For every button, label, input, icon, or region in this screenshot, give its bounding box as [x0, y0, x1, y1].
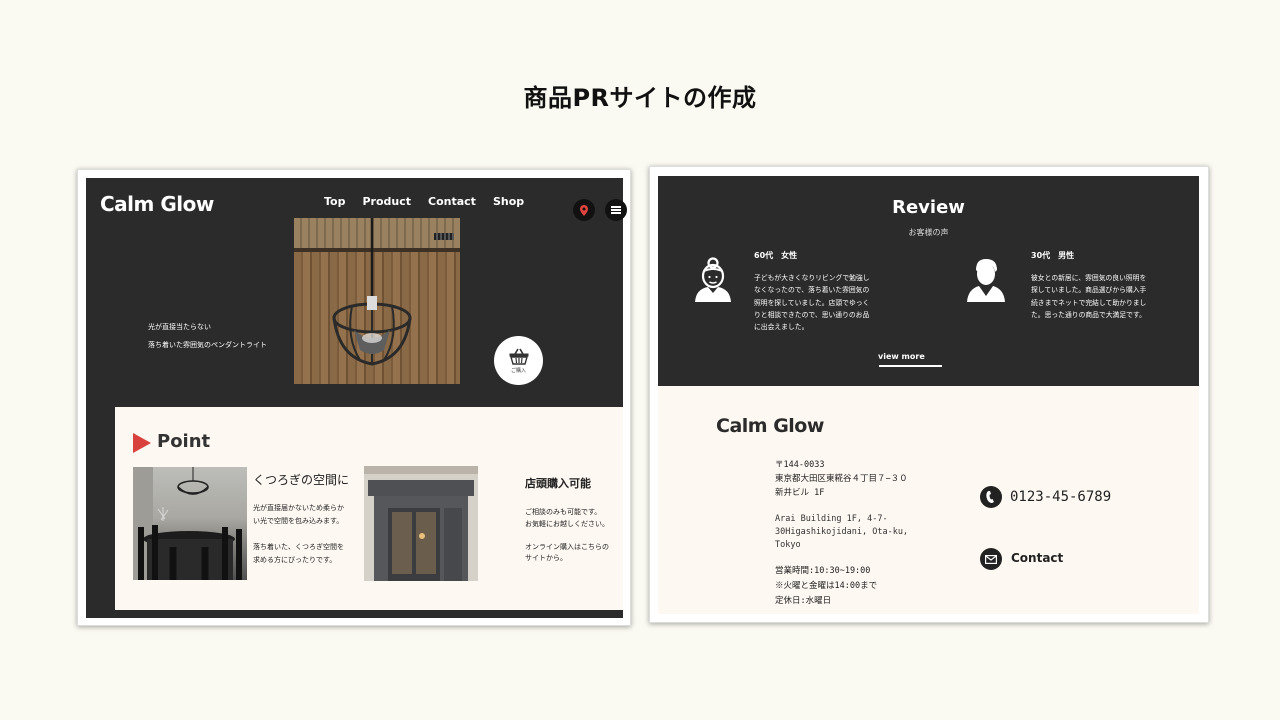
map-pin-button[interactable] [573, 199, 595, 221]
review-author-1: 60代 女性 [754, 251, 798, 260]
point-heading: Point [157, 431, 211, 452]
nav-product[interactable]: Product [362, 195, 411, 208]
nav-contact[interactable]: Contact [428, 195, 476, 208]
brand-logo[interactable]: Calm Glow [100, 192, 214, 216]
purchase-label: ご購入 [510, 367, 526, 374]
hero-copy: 光が直接当たらない 落ち着いた雰囲気のペンダントライト [148, 318, 267, 354]
view-more-link[interactable]: view more [878, 352, 925, 361]
view-more-underline [879, 365, 942, 367]
nav-top[interactable]: Top [324, 195, 345, 208]
review-author-2: 30代 男性 [1031, 251, 1075, 260]
point-section: Point くつろぎの空間に 光が直接届かないため柔らか い光で空間を包み込みま… [115, 407, 623, 610]
review-section: Review お客様の声 60代 女性 子どもが大きくなりリビングで勉強し なく… [658, 176, 1199, 386]
map-pin-icon [580, 204, 588, 216]
review-subheading: お客様の声 [908, 228, 949, 237]
review-heading: Review [892, 197, 965, 218]
footer-brand-logo[interactable]: Calm Glow [716, 415, 824, 437]
dining-room-photo [133, 467, 247, 580]
main-nav: Top Product Contact Shop [324, 195, 541, 208]
page-title: 商品PRサイトの作成 [523, 84, 757, 112]
address-english: Arai Building 1F, 4-7- 30Higashikojidani… [775, 514, 909, 550]
phone-icon[interactable] [980, 486, 1002, 508]
review-body-1: 子どもが大きくなりリビングで勉強し なくなったので、落ち着いた雰囲気の 照明を探… [754, 274, 870, 332]
storefront-photo [364, 466, 478, 581]
basket-icon [509, 348, 528, 365]
feature-title-relax: くつろぎの空間に [253, 473, 350, 487]
homepage-screenshot: Calm Glow Top Product Contact Shop 光が直接当… [77, 169, 631, 626]
feature-title-store: 店頭購入可能 [525, 477, 591, 490]
triangle-marker-icon [133, 433, 151, 453]
hamburger-icon [611, 206, 621, 214]
review-contact-screenshot: Review お客様の声 60代 女性 子どもが大きくなりリビングで勉強し なく… [649, 166, 1209, 623]
purchase-button[interactable]: ご購入 [494, 336, 543, 385]
shop-info-section: Calm Glow 〒144-0033 東京都大田区東糀谷４丁目７−３０ 新井ビ… [658, 386, 1199, 614]
man-avatar-icon [967, 259, 1005, 302]
hero-line: 光が直接当たらない [148, 323, 211, 331]
phone-number[interactable]: 0123-45-6789 [1010, 489, 1111, 505]
contact-link[interactable]: Contact [1011, 551, 1063, 565]
feature-text-relax: 光が直接届かないため柔らか い光で空間を包み込みます。 落ち着いた、くつろぎ空間… [253, 504, 344, 564]
business-hours: 営業時間:10:30~19:00 ※火曜と金曜は14:00まで 定休日:水曜日 [775, 566, 878, 606]
address-japanese: 〒144-0033 東京都大田区東糀谷４丁目７−３０ 新井ビル 1F [775, 460, 908, 498]
woman-avatar-icon [695, 257, 731, 302]
pendant-light-photo [294, 218, 460, 384]
mail-icon[interactable] [980, 548, 1002, 570]
nav-shop[interactable]: Shop [493, 195, 524, 208]
feature-text-store: ご相談のみも可能です。 お気軽にお越しください。 オンライン購入はこちらの サイ… [525, 508, 609, 562]
hero-line: 落ち着いた雰囲気のペンダントライト [148, 341, 267, 349]
review-body-2: 彼女との新居に、雰囲気の良い照明を 探していました。商品選びから購入手 続きまで… [1031, 274, 1147, 319]
menu-button[interactable] [605, 199, 627, 221]
